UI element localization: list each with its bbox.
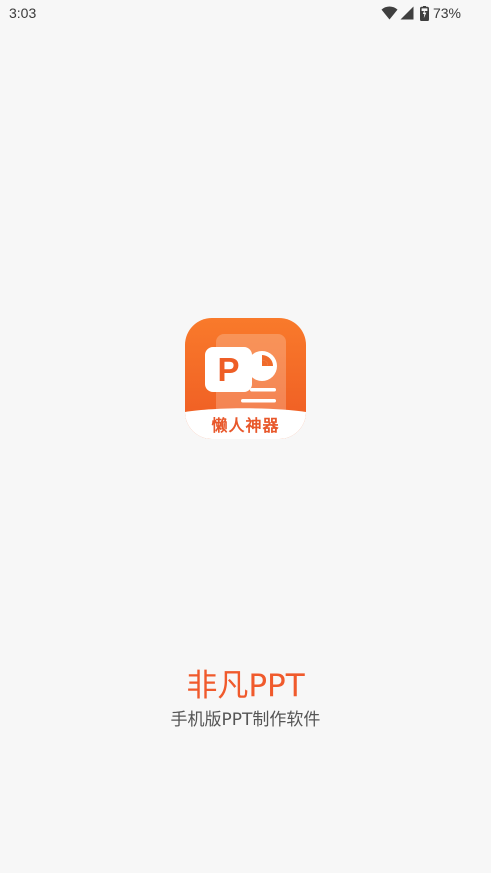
app-subtitle: 手机版PPT制作软件 — [170, 710, 321, 730]
status-icons: 73% — [381, 4, 461, 22]
battery-charging-icon — [419, 5, 429, 21]
status-bar: 3:03 73% — [0, 0, 491, 28]
app-title: 非凡PPT — [186, 668, 305, 704]
app-icon-label: 懒人神器 — [211, 416, 280, 435]
wifi-icon — [381, 6, 398, 20]
cell-signal-icon — [400, 6, 414, 20]
app-icon: P 懒人神器 — [185, 318, 306, 439]
app-icon-letter: P — [217, 351, 240, 388]
status-time: 3:03 — [9, 5, 37, 21]
battery-percent: 73% — [432, 5, 461, 21]
